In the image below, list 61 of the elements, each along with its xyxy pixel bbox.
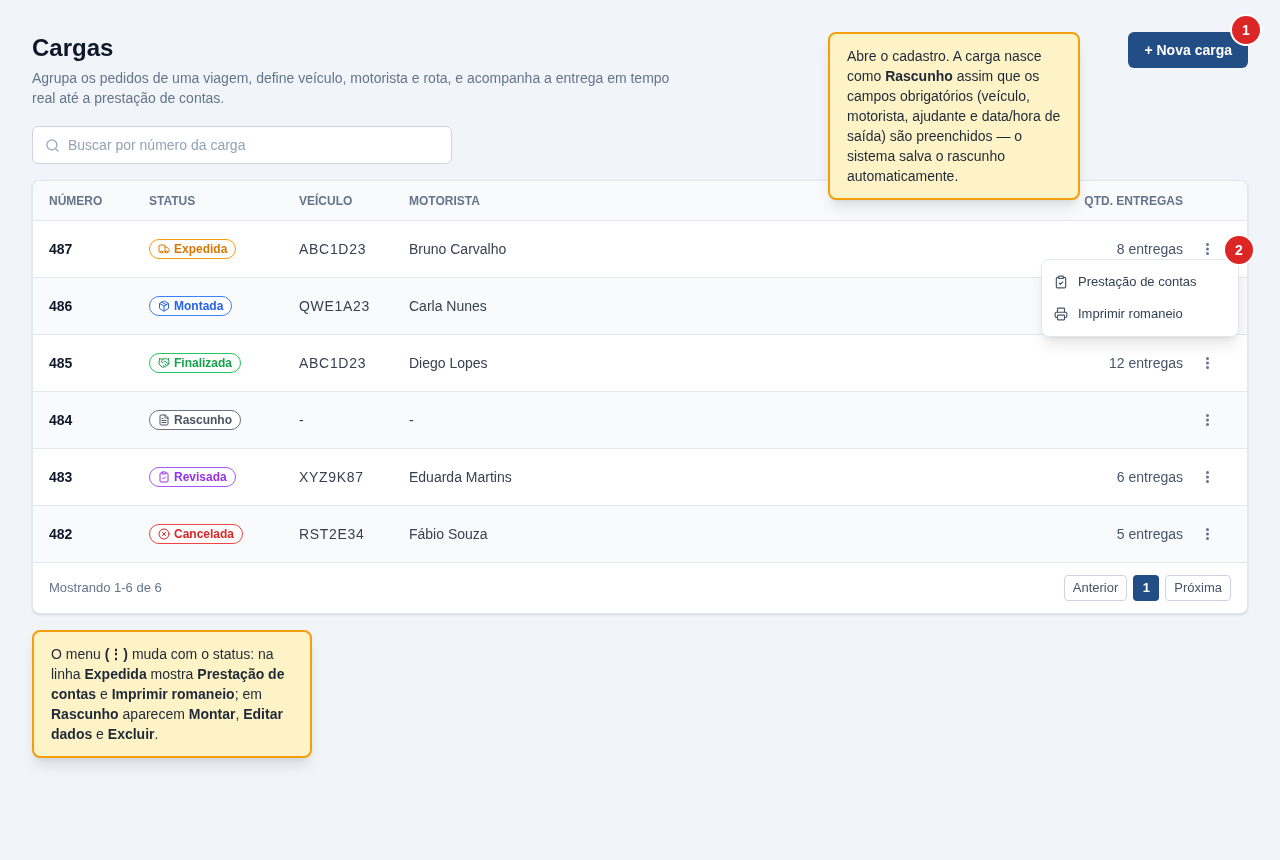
document-icon: [158, 413, 170, 426]
deliveries-count: 8 entregas: [1116, 241, 1183, 257]
column-header: QTD. ENTREGAS: [1084, 192, 1183, 209]
more-icon: [1205, 243, 1209, 255]
driver-name: Bruno Carvalho: [409, 240, 508, 259]
clipboard-check-icon: [1054, 275, 1068, 289]
handshake-icon: [158, 356, 170, 369]
truck-icon: [158, 242, 170, 255]
circle-x-icon: [158, 527, 170, 540]
next-page-button[interactable]: Próxima: [1165, 575, 1231, 601]
deliveries-count: 12 entregas: [1109, 355, 1183, 371]
menu-item[interactable]: Imprimir romaneio: [1042, 298, 1238, 330]
driver-name: Fábio Souza: [409, 525, 489, 544]
vehicle-plate: RST2E34: [299, 525, 366, 544]
status-badge: Montada: [149, 295, 233, 316]
vehicle-plate: ABC1D23: [299, 240, 368, 259]
column-header: MOTORISTA: [409, 192, 481, 209]
column-header: NÚMERO: [49, 192, 104, 209]
column-header: VEÍCULO: [299, 192, 354, 209]
pagination-summary: Mostrando 1-6 de 6: [49, 579, 162, 598]
driver-name: Eduarda Martins: [409, 468, 513, 487]
status-badge: Finalizada: [149, 352, 241, 373]
vehicle-plate: -: [299, 411, 306, 430]
box-icon: [158, 299, 170, 312]
menu-item[interactable]: Prestação de contas: [1042, 266, 1238, 298]
callout: Abre o cadastro. A carga nasce como Rascunho assim que os campos obrigatórios (veículo, motorista, ajudante e data/hora de saída) são preenchidos — o sistema salva o rascunho automaticamente.: [828, 32, 1080, 200]
more-icon: [1205, 357, 1209, 369]
page-button[interactable]: 1: [1133, 575, 1160, 601]
search-field[interactable]: Buscar por número da carga: [32, 126, 452, 164]
more-icon: [1205, 414, 1209, 426]
status-badge: Revisada: [149, 466, 236, 487]
more-icon: [1205, 528, 1209, 540]
load-number: 487: [49, 240, 74, 259]
driver-name: -: [409, 411, 415, 430]
column-header: STATUS: [149, 192, 197, 209]
driver-name: Carla Nunes: [409, 297, 488, 316]
status-badge: Cancelada: [149, 523, 244, 544]
driver-name: Diego Lopes: [409, 354, 489, 373]
load-number: 485: [49, 354, 74, 373]
vehicle-plate: QWE1A23: [299, 297, 372, 316]
page-subtitle: Agrupa os pedidos de uma viagem, define veículo, motorista e rota, e acompanha a entrega em tempo real até a prestação de contas.: [32, 69, 671, 108]
vehicle-plate: ABC1D23: [299, 354, 368, 373]
printer-icon: [1054, 307, 1068, 321]
load-number: 484: [49, 411, 74, 430]
load-number: 482: [49, 525, 74, 544]
status-badge: Rascunho: [149, 409, 241, 430]
status-badge: Expedida: [149, 238, 237, 259]
clipboard-check-icon: [158, 470, 170, 483]
step-marker: 1: [1232, 16, 1260, 44]
previous-page-button[interactable]: Anterior: [1063, 575, 1128, 601]
page-title: Cargas: [32, 33, 115, 63]
callout: O menu (⋮) muda com o status: na linha Expedida mostra Prestação de contas e Imprimir romaneio; em Rascunho aparecem Montar, Editar dados e Excluir.: [32, 630, 312, 758]
step-marker: 2: [1225, 236, 1253, 264]
load-number: 486: [49, 297, 74, 316]
search-input[interactable]: Buscar por número da carga: [68, 135, 439, 155]
deliveries-count: 5 entregas: [1116, 526, 1183, 542]
search-icon: [45, 137, 60, 153]
deliveries-count: 6 entregas: [1116, 469, 1183, 485]
load-number: 483: [49, 468, 74, 487]
vehicle-plate: XYZ9K87: [299, 468, 365, 487]
more-icon: [1205, 471, 1209, 483]
